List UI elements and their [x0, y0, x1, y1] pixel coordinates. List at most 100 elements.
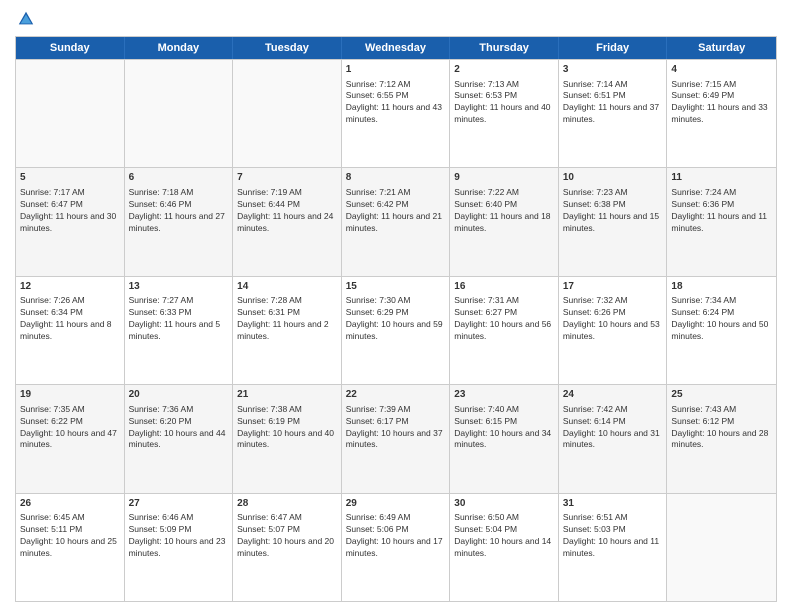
day-number: 26 [20, 497, 120, 511]
day-number: 17 [563, 280, 663, 294]
cell-details: Sunrise: 6:46 AMSunset: 5:09 PMDaylight:… [129, 512, 229, 560]
cell-details: Sunrise: 7:43 AMSunset: 6:12 PMDaylight:… [671, 404, 772, 452]
calendar-cell: 14Sunrise: 7:28 AMSunset: 6:31 PMDayligh… [233, 277, 342, 384]
cell-details: Sunrise: 7:12 AMSunset: 6:55 PMDaylight:… [346, 79, 446, 127]
cell-details: Sunrise: 7:39 AMSunset: 6:17 PMDaylight:… [346, 404, 446, 452]
calendar: SundayMondayTuesdayWednesdayThursdayFrid… [15, 36, 777, 602]
calendar-row: 5Sunrise: 7:17 AMSunset: 6:47 PMDaylight… [16, 167, 776, 275]
cell-details: Sunrise: 7:24 AMSunset: 6:36 PMDaylight:… [671, 187, 772, 235]
day-number: 29 [346, 497, 446, 511]
cell-details: Sunrise: 7:35 AMSunset: 6:22 PMDaylight:… [20, 404, 120, 452]
cell-details: Sunrise: 7:17 AMSunset: 6:47 PMDaylight:… [20, 187, 120, 235]
cell-details: Sunrise: 7:40 AMSunset: 6:15 PMDaylight:… [454, 404, 554, 452]
day-number: 21 [237, 388, 337, 402]
day-number: 20 [129, 388, 229, 402]
cell-details: Sunrise: 7:31 AMSunset: 6:27 PMDaylight:… [454, 295, 554, 343]
calendar-row: 26Sunrise: 6:45 AMSunset: 5:11 PMDayligh… [16, 493, 776, 601]
header-day: Thursday [450, 37, 559, 59]
day-number: 12 [20, 280, 120, 294]
calendar-cell: 10 Sunrise: 7:23 AMSunset: 6:38 PMDayligh… [559, 168, 668, 275]
calendar-cell: 21 Sunrise: 7:38 AMSunset: 6:19 PMDayligh… [233, 385, 342, 492]
calendar-cell [125, 60, 234, 167]
day-number: 15 [346, 280, 446, 294]
calendar-cell: 1Sunrise: 7:12 AMSunset: 6:55 PMDaylight… [342, 60, 451, 167]
calendar-cell: 3 Sunrise: 7:14 AMSunset: 6:51 PMDaylight… [559, 60, 668, 167]
day-number: 13 [129, 280, 229, 294]
cell-details: Sunrise: 7:14 AMSunset: 6:51 PMDaylight:… [563, 79, 663, 127]
calendar-cell: 16Sunrise: 7:31 AMSunset: 6:27 PMDayligh… [450, 277, 559, 384]
day-number: 8 [346, 171, 446, 185]
calendar-cell: 26Sunrise: 6:45 AMSunset: 5:11 PMDayligh… [16, 494, 125, 601]
cell-details: Sunrise: 7:26 AMSunset: 6:34 PMDaylight:… [20, 295, 120, 343]
calendar-row: 19 Sunrise: 7:35 AMSunset: 6:22 PMDayligh… [16, 384, 776, 492]
day-number: 18 [671, 280, 772, 294]
day-number: 10 [563, 171, 663, 185]
cell-details: Sunrise: 7:19 AMSunset: 6:44 PMDaylight:… [237, 187, 337, 235]
day-number: 9 [454, 171, 554, 185]
cell-details: Sunrise: 7:27 AMSunset: 6:33 PMDaylight:… [129, 295, 229, 343]
calendar-cell: 17Sunrise: 7:32 AMSunset: 6:26 PMDayligh… [559, 277, 668, 384]
cell-details: Sunrise: 7:13 AMSunset: 6:53 PMDaylight:… [454, 79, 554, 127]
day-number: 16 [454, 280, 554, 294]
calendar-cell: 28Sunrise: 6:47 AMSunset: 5:07 PMDayligh… [233, 494, 342, 601]
calendar-cell: 6Sunrise: 7:18 AMSunset: 6:46 PMDaylight… [125, 168, 234, 275]
day-number: 14 [237, 280, 337, 294]
calendar-cell: 2Sunrise: 7:13 AMSunset: 6:53 PMDaylight… [450, 60, 559, 167]
cell-details: Sunrise: 7:36 AMSunset: 6:20 PMDaylight:… [129, 404, 229, 452]
header [15, 10, 777, 28]
cell-details: Sunrise: 6:49 AMSunset: 5:06 PMDaylight:… [346, 512, 446, 560]
calendar-body: 1Sunrise: 7:12 AMSunset: 6:55 PMDaylight… [16, 59, 776, 601]
cell-details: Sunrise: 6:47 AMSunset: 5:07 PMDaylight:… [237, 512, 337, 560]
cell-details: Sunrise: 7:22 AMSunset: 6:40 PMDaylight:… [454, 187, 554, 235]
calendar-cell: 15Sunrise: 7:30 AMSunset: 6:29 PMDayligh… [342, 277, 451, 384]
calendar-cell [233, 60, 342, 167]
calendar-cell [667, 494, 776, 601]
calendar-cell: 23Sunrise: 7:40 AMSunset: 6:15 PMDayligh… [450, 385, 559, 492]
cell-details: Sunrise: 7:23 AMSunset: 6:38 PMDaylight:… [563, 187, 663, 235]
cell-details: Sunrise: 7:28 AMSunset: 6:31 PMDaylight:… [237, 295, 337, 343]
calendar-cell: 25 Sunrise: 7:43 AMSunset: 6:12 PMDayligh… [667, 385, 776, 492]
day-number: 4 [671, 63, 772, 77]
calendar-cell: 4 Sunrise: 7:15 AMSunset: 6:49 PMDaylight… [667, 60, 776, 167]
day-number: 7 [237, 171, 337, 185]
header-day: Wednesday [342, 37, 451, 59]
header-day: Sunday [16, 37, 125, 59]
day-number: 27 [129, 497, 229, 511]
day-number: 19 [20, 388, 120, 402]
day-number: 31 [563, 497, 663, 511]
day-number: 3 [563, 63, 663, 77]
calendar-header: SundayMondayTuesdayWednesdayThursdayFrid… [16, 37, 776, 59]
header-day: Tuesday [233, 37, 342, 59]
calendar-cell: 19 Sunrise: 7:35 AMSunset: 6:22 PMDayligh… [16, 385, 125, 492]
day-number: 28 [237, 497, 337, 511]
day-number: 24 [563, 388, 663, 402]
cell-details: Sunrise: 7:42 AMSunset: 6:14 PMDaylight:… [563, 404, 663, 452]
calendar-cell: 11 Sunrise: 7:24 AMSunset: 6:36 PMDayligh… [667, 168, 776, 275]
page: SundayMondayTuesdayWednesdayThursdayFrid… [0, 0, 792, 612]
calendar-cell: 12Sunrise: 7:26 AMSunset: 6:34 PMDayligh… [16, 277, 125, 384]
calendar-cell: 18Sunrise: 7:34 AMSunset: 6:24 PMDayligh… [667, 277, 776, 384]
header-day: Friday [559, 37, 668, 59]
calendar-cell: 5Sunrise: 7:17 AMSunset: 6:47 PMDaylight… [16, 168, 125, 275]
calendar-cell: 31Sunrise: 6:51 AMSunset: 5:03 PMDayligh… [559, 494, 668, 601]
cell-details: Sunrise: 7:30 AMSunset: 6:29 PMDaylight:… [346, 295, 446, 343]
calendar-cell: 9 Sunrise: 7:22 AMSunset: 6:40 PMDaylight… [450, 168, 559, 275]
calendar-cell [16, 60, 125, 167]
calendar-cell: 8 Sunrise: 7:21 AMSunset: 6:42 PMDaylight… [342, 168, 451, 275]
calendar-cell: 27Sunrise: 6:46 AMSunset: 5:09 PMDayligh… [125, 494, 234, 601]
day-number: 25 [671, 388, 772, 402]
calendar-row: 1Sunrise: 7:12 AMSunset: 6:55 PMDaylight… [16, 59, 776, 167]
calendar-cell: 20 Sunrise: 7:36 AMSunset: 6:20 PMDayligh… [125, 385, 234, 492]
calendar-cell: 7 Sunrise: 7:19 AMSunset: 6:44 PMDaylight… [233, 168, 342, 275]
calendar-row: 12Sunrise: 7:26 AMSunset: 6:34 PMDayligh… [16, 276, 776, 384]
day-number: 30 [454, 497, 554, 511]
calendar-cell: 24 Sunrise: 7:42 AMSunset: 6:14 PMDayligh… [559, 385, 668, 492]
calendar-cell: 29Sunrise: 6:49 AMSunset: 5:06 PMDayligh… [342, 494, 451, 601]
calendar-cell: 30Sunrise: 6:50 AMSunset: 5:04 PMDayligh… [450, 494, 559, 601]
calendar-cell: 22Sunrise: 7:39 AMSunset: 6:17 PMDayligh… [342, 385, 451, 492]
logo-icon [17, 10, 35, 28]
day-number: 11 [671, 171, 772, 185]
cell-details: Sunrise: 7:15 AMSunset: 6:49 PMDaylight:… [671, 79, 772, 127]
cell-details: Sunrise: 7:38 AMSunset: 6:19 PMDaylight:… [237, 404, 337, 452]
cell-details: Sunrise: 7:21 AMSunset: 6:42 PMDaylight:… [346, 187, 446, 235]
